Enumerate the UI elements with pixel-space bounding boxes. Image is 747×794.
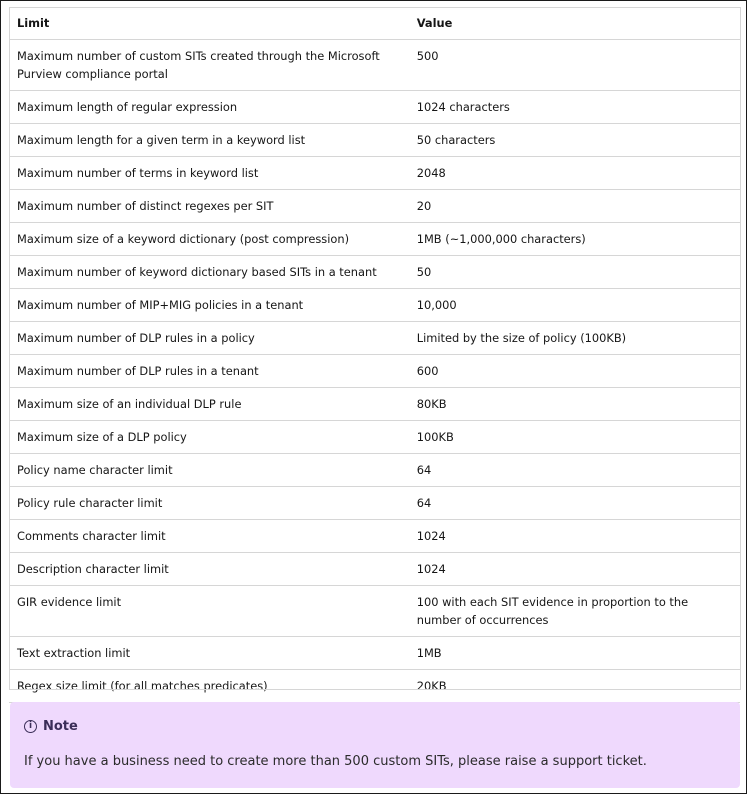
value-cell: 500 [408, 39, 740, 91]
limit-cell: Maximum length of regular expression [9, 90, 409, 124]
limit-cell: Comments character limit [9, 519, 409, 553]
value-cell: 10,000 [408, 288, 740, 322]
value-cell: 64 [408, 453, 740, 487]
limit-cell: Maximum number of distinct regexes per S… [9, 189, 409, 223]
table-row: Text extraction limit 1MB [9, 636, 740, 670]
limit-cell: Maximum size of a DLP policy [9, 420, 409, 454]
note-title-label: Note [43, 719, 78, 734]
value-cell: 80KB [408, 387, 740, 421]
table-row: Regex size limit (for all matches predic… [9, 669, 740, 703]
value-cell: 50 characters [408, 123, 740, 157]
table-row: Maximum number of DLP rules in a tenant 6… [9, 354, 740, 388]
limit-cell: Maximum number of DLP rules in a tenant [9, 354, 409, 388]
table-row: Maximum number of MIP+MIG policies in a … [9, 288, 740, 322]
table-row: Maximum number of custom SITs created th… [9, 39, 740, 91]
limit-cell: Description character limit [9, 552, 409, 586]
value-cell: 100KB [408, 420, 740, 454]
note-callout: i Note If you have a business need to cr… [10, 702, 740, 788]
table-row: Description character limit 1024 [9, 552, 740, 586]
value-cell: 1MB [408, 636, 740, 670]
note-body: If you have a business need to create mo… [24, 754, 647, 769]
value-cell: 50 [408, 255, 740, 289]
limit-cell: Maximum number of MIP+MIG policies in a … [9, 288, 409, 322]
table-row: GIR evidence limit 100 with each SIT evid… [9, 585, 740, 637]
table-row: Maximum size of a DLP policy 100KB [9, 420, 740, 454]
value-cell: 100 with each SIT evidence in proportion… [408, 585, 740, 637]
limit-cell: Maximum number of terms in keyword list [9, 156, 409, 190]
info-icon: i [24, 720, 37, 733]
value-cell: 1024 [408, 552, 740, 586]
limit-cell: Maximum number of keyword dictionary bas… [9, 255, 409, 289]
table-row: Maximum number of DLP rules in a policy L… [9, 321, 740, 355]
value-cell: 600 [408, 354, 740, 388]
table-row: Maximum size of a keyword dictionary (po… [9, 222, 740, 256]
note-title: i Note [24, 719, 78, 734]
table-row: Maximum length for a given term in a key… [9, 123, 740, 157]
table-row: Policy name character limit 64 [9, 453, 740, 487]
screenshot-frame: Limit Value Maximum number of custom SIT… [0, 0, 747, 794]
limit-cell: GIR evidence limit [9, 585, 409, 637]
limits-table: Limit Value Maximum number of custom SIT… [9, 7, 740, 703]
limit-cell: Maximum size of an individual DLP rule [9, 387, 409, 421]
table-row: Maximum length of regular expression 1024… [9, 90, 740, 124]
value-cell: 20 [408, 189, 740, 223]
value-cell: 2048 [408, 156, 740, 190]
column-header-limit: Limit [9, 7, 409, 40]
table-row: Maximum size of an individual DLP rule 80… [9, 387, 740, 421]
column-header-value: Value [408, 7, 740, 40]
limit-cell: Policy rule character limit [9, 486, 409, 520]
table-row: Maximum number of distinct regexes per S… [9, 189, 740, 223]
value-cell: 64 [408, 486, 740, 520]
limit-cell: Policy name character limit [9, 453, 409, 487]
limit-cell: Text extraction limit [9, 636, 409, 670]
table-row: Comments character limit 1024 [9, 519, 740, 553]
table-row: Policy rule character limit 64 [9, 486, 740, 520]
table-row: Maximum number of keyword dictionary bas… [9, 255, 740, 289]
limit-cell: Maximum number of DLP rules in a policy [9, 321, 409, 355]
limit-cell: Maximum size of a keyword dictionary (po… [9, 222, 409, 256]
value-cell: 20KB [408, 669, 740, 703]
table-header-row: Limit Value [9, 7, 740, 40]
limit-cell: Regex size limit (for all matches predic… [9, 669, 409, 703]
value-cell: 1024 [408, 519, 740, 553]
limit-cell: Maximum number of custom SITs created th… [9, 39, 409, 91]
value-cell: 1MB (~1,000,000 characters) [408, 222, 740, 256]
value-cell: 1024 characters [408, 90, 740, 124]
limit-cell: Maximum length for a given term in a key… [9, 123, 409, 157]
value-cell: Limited by the size of policy (100KB) [408, 321, 740, 355]
table-row: Maximum number of terms in keyword list 2… [9, 156, 740, 190]
